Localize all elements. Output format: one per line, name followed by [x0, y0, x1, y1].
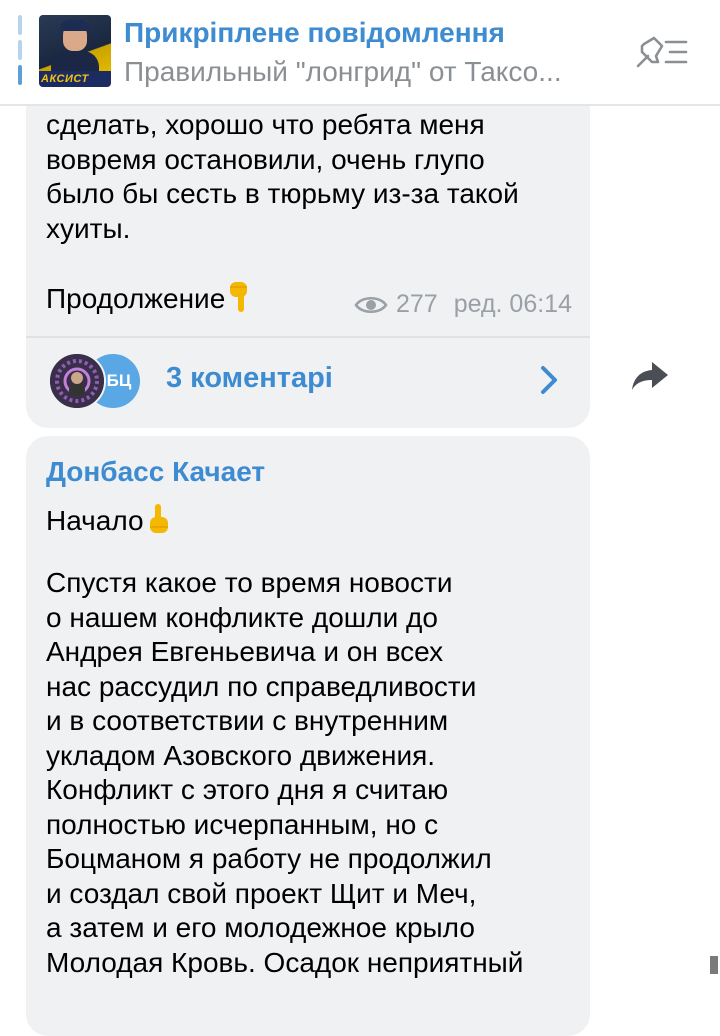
pinned-subtitle: Правильный "лонгрид" от Таксо... [124, 56, 562, 87]
edited-time: ред. 06:14 [453, 290, 572, 318]
comments-divider [26, 336, 590, 338]
start-link[interactable]: Начало [46, 505, 144, 536]
message-text: сделать, хорошо что ребята меня вовремя … [46, 109, 519, 244]
share-arrow-icon [632, 362, 668, 390]
message-text: Спустя какое то время новости о нашем ко… [46, 567, 524, 978]
start-line: Начало [46, 502, 172, 543]
pinned-thumbnail: АКСИСТ [39, 15, 111, 87]
message-meta: 277 ред. 06:14 [354, 290, 572, 319]
commenter-avatar-1 [48, 352, 106, 410]
author-name[interactable]: Донбасс Качает [46, 456, 265, 488]
pin-position-indicator [18, 15, 23, 85]
pin-list-icon [636, 36, 688, 68]
scrollbar-thumb[interactable] [710, 956, 718, 974]
views-count: 277 [395, 290, 438, 318]
pinned-title: Прикріплене повідомлення [124, 17, 505, 48]
hand-pointing-down-icon [227, 280, 253, 321]
continuation-line: Продолжение [46, 280, 253, 321]
views-eye-icon [354, 296, 388, 313]
hand-pointing-up-icon [146, 502, 172, 543]
chevron-right-icon [541, 366, 557, 394]
pin-list-button[interactable] [632, 32, 692, 72]
message-bubble-1: сделать, хорошо что ребята меня вовремя … [26, 60, 590, 428]
comments-button[interactable]: БЦ 3 коментарі [26, 340, 590, 424]
share-button[interactable] [628, 356, 672, 396]
pinned-message-bar[interactable]: АКСИСТ Прикріплене повідомлення Правильн… [0, 0, 720, 106]
message-bubble-2: Донбасс Качает Начало Спустя какое то вр… [26, 436, 590, 1036]
comments-label: 3 коментарі [166, 362, 333, 394]
continuation-link[interactable]: Продолжение [46, 283, 225, 314]
thumbnail-caption: АКСИСТ [39, 71, 111, 87]
